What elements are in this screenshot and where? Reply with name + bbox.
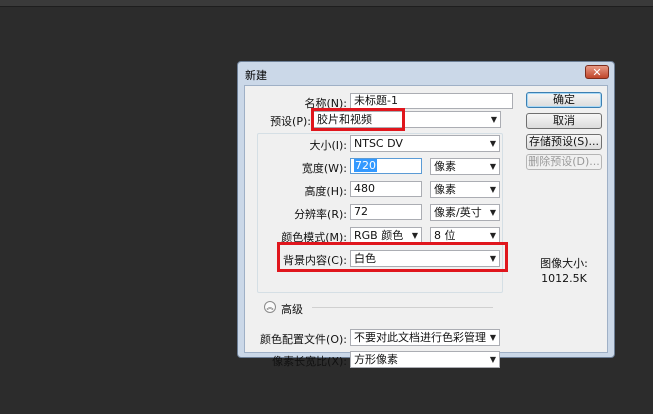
- advanced-label[interactable]: 高级: [281, 301, 303, 317]
- name-input[interactable]: 未标题-1: [350, 93, 513, 109]
- color-profile-value: 不要对此文档进行色彩管理: [354, 331, 486, 344]
- preset-label: 预设(P):: [270, 115, 311, 128]
- pixel-aspect-label: 像素长宽比(X):: [272, 355, 347, 368]
- ok-button[interactable]: 确定: [526, 92, 602, 108]
- chevron-down-icon: ▼: [489, 139, 496, 148]
- height-input[interactable]: 480: [350, 181, 422, 197]
- image-size-label: 图像大小:: [540, 257, 588, 270]
- width-unit-value: 像素: [434, 160, 456, 173]
- new-document-dialog: 新建 ✕ 名称(N): 未标题-1 预设(P): 胶片和视频 ▼ 大小(I): …: [237, 61, 615, 368]
- app-top-bar: [0, 0, 653, 7]
- chevron-down-icon: ▼: [489, 162, 496, 171]
- color-profile-label: 颜色配置文件(O):: [260, 333, 347, 346]
- resolution-unit-value: 像素/英寸: [434, 206, 482, 219]
- size-select-value: NTSC DV: [354, 137, 403, 150]
- chevron-down-icon: ▼: [490, 115, 497, 124]
- height-label: 高度(H):: [304, 185, 347, 198]
- width-label: 宽度(W):: [301, 162, 347, 175]
- pixel-aspect-value: 方形像素: [354, 353, 398, 366]
- chevron-down-icon: ▼: [489, 355, 496, 364]
- height-unit-select[interactable]: 像素 ▼: [430, 181, 500, 198]
- close-button[interactable]: ✕: [585, 65, 609, 79]
- size-select[interactable]: NTSC DV ▼: [350, 135, 500, 152]
- chevron-down-icon: ▼: [489, 208, 496, 217]
- color-profile-select[interactable]: 不要对此文档进行色彩管理 ▼: [350, 329, 500, 346]
- resolution-input[interactable]: 72: [350, 204, 422, 220]
- cancel-button[interactable]: 取消: [526, 113, 602, 129]
- chevron-down-icon: ▼: [411, 231, 418, 240]
- dialog-title: 新建: [245, 69, 267, 82]
- resolution-unit-select[interactable]: 像素/英寸 ▼: [430, 204, 500, 221]
- width-input-value: 720: [354, 159, 377, 172]
- image-size-value: 1012.5K: [541, 272, 587, 285]
- height-unit-value: 像素: [434, 183, 456, 196]
- dialog-titlebar[interactable]: 新建 ✕: [238, 62, 614, 84]
- bit-depth-value: 8 位: [434, 229, 456, 242]
- close-icon: ✕: [592, 66, 602, 79]
- collapse-advanced-icon[interactable]: ︽: [264, 301, 276, 313]
- chevron-down-icon: ▼: [489, 231, 496, 240]
- save-preset-button[interactable]: 存储预设(S)...: [526, 134, 602, 150]
- advanced-divider: [312, 307, 493, 308]
- resolution-label: 分辨率(R):: [294, 208, 347, 221]
- dialog-content: 名称(N): 未标题-1 预设(P): 胶片和视频 ▼ 大小(I): NTSC …: [244, 85, 608, 368]
- width-unit-select[interactable]: 像素 ▼: [430, 158, 500, 175]
- size-label: 大小(I):: [309, 139, 347, 152]
- delete-preset-button[interactable]: 删除预设(D)...: [526, 154, 602, 170]
- color-mode-value: RGB 颜色: [354, 229, 404, 242]
- chevron-down-icon: ▼: [489, 185, 496, 194]
- pixel-aspect-select[interactable]: 方形像素 ▼: [350, 351, 500, 368]
- preset-highlight-box: [311, 108, 405, 131]
- width-input[interactable]: 720: [350, 158, 422, 174]
- chevron-down-icon: ▼: [489, 333, 496, 342]
- background-highlight-box: [277, 242, 508, 272]
